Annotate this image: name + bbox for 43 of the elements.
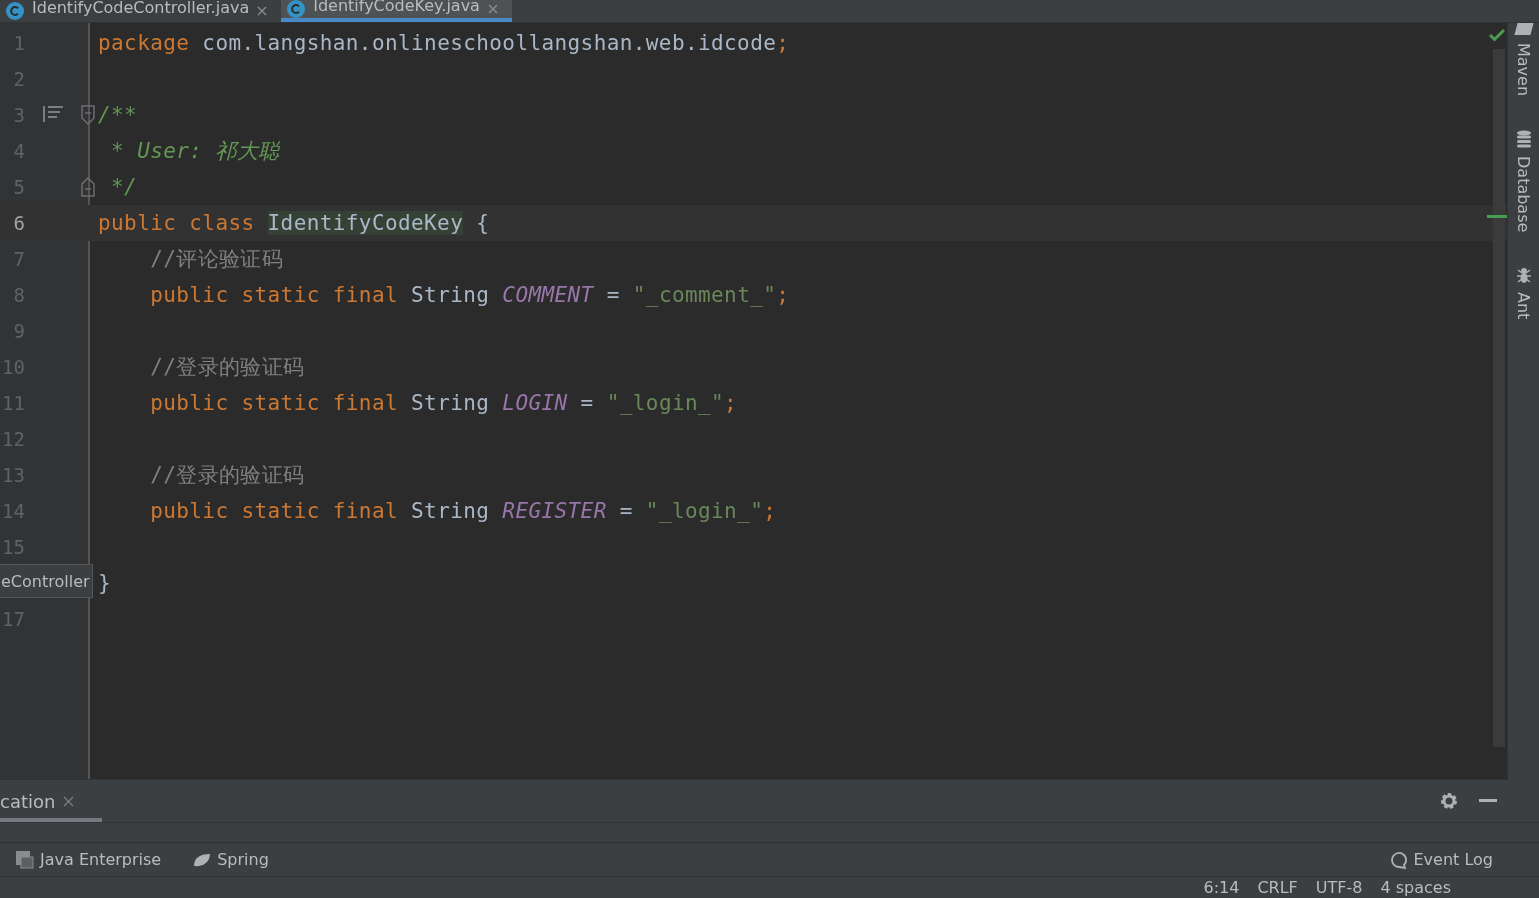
code-line: public class IdentifyCodeKey { [98, 211, 490, 235]
line-number: 6 [12, 212, 25, 234]
fold-icon[interactable] [81, 177, 95, 197]
side-tool-tab[interactable]: Ant [1514, 292, 1533, 320]
close-icon[interactable] [257, 6, 268, 16]
tooltip: eController [0, 564, 93, 598]
code-line: */ [110, 175, 138, 199]
status-item[interactable]: 4 spaces [1380, 877, 1451, 898]
code-line: package com.langshan.onlineschoollangshan.web.idcode; [98, 31, 790, 55]
ant-icon [1515, 266, 1532, 285]
code-line: //登录的验证码 [149, 354, 305, 381]
change-marker [1487, 215, 1507, 218]
code-line: public static final String LOGIN = "_login_"; [149, 391, 738, 415]
status-item[interactable]: UTF-8 [1315, 877, 1363, 898]
side-tool-tab[interactable]: Maven [1514, 43, 1533, 97]
code-line: public static final String COMMENT = "_comment_"; [149, 283, 790, 307]
leaf-icon [193, 852, 212, 867]
settings-icon[interactable] [1439, 791, 1459, 811]
fold-icon[interactable] [81, 105, 95, 125]
java-enterprise-icon [16, 850, 34, 869]
tool-window-button[interactable]: Spring [193, 850, 269, 869]
code-line: /** [98, 103, 138, 127]
close-icon[interactable] [63, 795, 75, 807]
status-item[interactable]: CRLF [1257, 877, 1298, 898]
code-line: } [98, 571, 112, 595]
scrollbar[interactable] [1493, 49, 1505, 747]
speech-bubble-icon [1389, 850, 1408, 869]
code-line: //登录的验证码 [149, 462, 305, 489]
code-line: public static final String REGISTER = "_login_"; [149, 499, 777, 523]
tool-window-button[interactable]: Java Enterprise [16, 850, 162, 869]
file-tab[interactable]: IdentifyCodeController.java [0, 0, 282, 22]
side-tool-tab[interactable]: Database [1514, 156, 1533, 233]
maven-icon [1513, 23, 1534, 35]
database-icon [1515, 130, 1532, 149]
event-log-button[interactable]: Event Log [1389, 850, 1493, 869]
class-icon [287, 0, 306, 18]
check-icon [1489, 28, 1505, 42]
code-line: //评论验证码 [149, 246, 284, 273]
status-item[interactable]: 6:14 [1203, 877, 1240, 898]
structure-icon [42, 105, 64, 123]
close-icon[interactable] [487, 4, 498, 14]
code-line: * User: 祁大聪 [110, 138, 280, 165]
minimize-icon[interactable] [1479, 799, 1497, 803]
